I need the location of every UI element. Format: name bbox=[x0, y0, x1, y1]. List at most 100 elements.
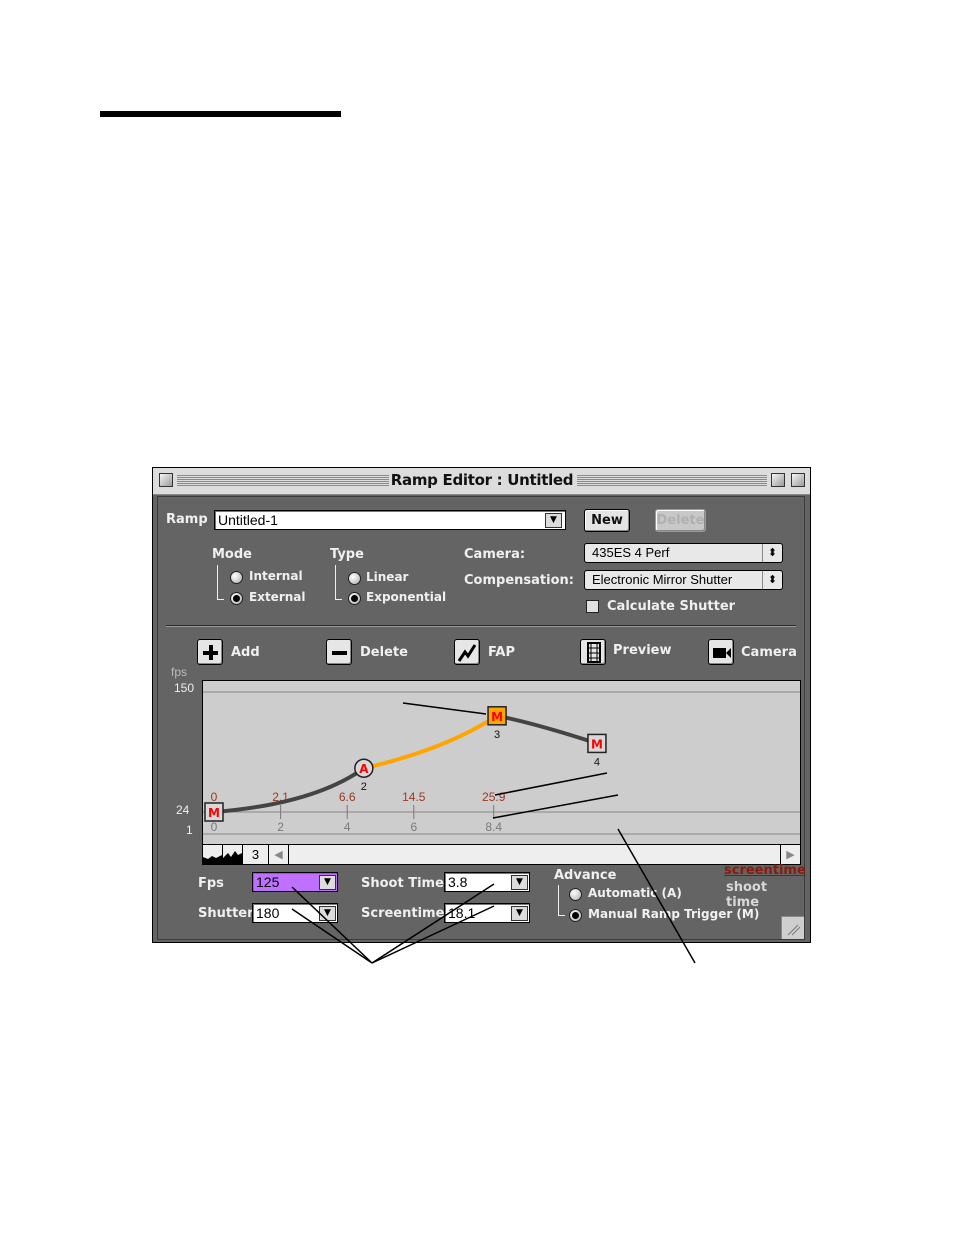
fps-dropdown-button[interactable]: ▼ bbox=[319, 875, 336, 890]
shoot-time-label: Shoot Time bbox=[361, 876, 444, 891]
mode-external-radio[interactable] bbox=[230, 592, 243, 605]
y-tick-1: 1 bbox=[186, 823, 193, 837]
updown-arrows-icon: ⬍ bbox=[762, 571, 782, 589]
keyframe-marker-3[interactable]: M3 bbox=[487, 706, 507, 741]
advance-automatic-radio[interactable] bbox=[569, 888, 582, 901]
camera-popup[interactable]: 435ES 4 Perf ⬍ bbox=[584, 543, 783, 563]
keyframe-kind: M bbox=[491, 710, 503, 724]
keyframe-number: 2 bbox=[361, 781, 367, 793]
keyframe-kind: A bbox=[359, 762, 369, 776]
shutter-dropdown-button[interactable]: ▼ bbox=[319, 906, 336, 921]
black-rule bbox=[100, 111, 341, 117]
mode-internal-radio[interactable] bbox=[230, 571, 243, 584]
ramp-segment-3-4[interactable] bbox=[496, 713, 598, 746]
shoottime-tick-label: 4 bbox=[344, 820, 351, 834]
mode-internal-label: Internal bbox=[249, 569, 303, 583]
preview-button[interactable] bbox=[580, 639, 606, 665]
delete-ramp-button[interactable]: Delete bbox=[655, 509, 706, 532]
ramp-graph-svg: 002.126.6414.5625.98.4 MA2M3M4 bbox=[203, 691, 800, 835]
type-exponential-label: Exponential bbox=[366, 590, 447, 604]
advance-manual-radio[interactable] bbox=[569, 909, 582, 922]
scroll-right-arrow-icon[interactable]: ▶ bbox=[780, 845, 800, 864]
camera-value: 435ES 4 Perf bbox=[592, 545, 670, 560]
zoom-level-value[interactable]: 3 bbox=[243, 845, 269, 864]
y-tick-24: 24 bbox=[176, 803, 190, 817]
title-stripes bbox=[177, 474, 389, 487]
content-panel: Ramp Untitled-1 ▼ New Delete Mode Intern… bbox=[157, 496, 806, 940]
advance-label: Advance bbox=[554, 868, 617, 883]
mode-external-label: External bbox=[249, 590, 306, 604]
fap-graph-icon bbox=[457, 644, 477, 662]
type-bracket bbox=[335, 565, 342, 600]
type-linear-label: Linear bbox=[366, 570, 409, 584]
fps-label: Fps bbox=[198, 876, 224, 891]
resize-grip-icon[interactable] bbox=[781, 916, 804, 939]
screentime-dropdown-button[interactable]: ▼ bbox=[511, 906, 528, 921]
waveform-low-icon bbox=[203, 855, 222, 864]
keyframe-marker-1[interactable]: M bbox=[204, 802, 224, 822]
type-label: Type bbox=[330, 547, 364, 562]
compensation-popup[interactable]: Electronic Mirror Shutter ⬍ bbox=[584, 570, 783, 590]
advance-bracket bbox=[558, 885, 565, 916]
shoottime-tick-label: 2 bbox=[277, 820, 284, 834]
keyframe-number: 4 bbox=[594, 756, 600, 768]
ramp-label: Ramp bbox=[166, 512, 208, 527]
add-label: Add bbox=[231, 645, 260, 660]
shoottime-tick-label: 8.4 bbox=[485, 820, 502, 834]
ramp-segment-2-3[interactable] bbox=[363, 714, 499, 771]
shoottime-tick-label: 0 bbox=[211, 820, 218, 834]
new-ramp-button[interactable]: New bbox=[584, 509, 630, 532]
keyframe-marker-2[interactable]: A2 bbox=[354, 758, 374, 793]
scroll-left-arrow-icon[interactable]: ◀ bbox=[269, 845, 289, 864]
screentime-tick-label: 6.6 bbox=[339, 790, 356, 804]
collapse-box-icon[interactable] bbox=[791, 473, 805, 487]
minus-icon bbox=[332, 651, 347, 655]
window-title: Ramp Editor : Untitled bbox=[389, 471, 575, 489]
calculate-shutter-checkbox[interactable] bbox=[586, 600, 599, 613]
fap-button[interactable] bbox=[454, 639, 480, 665]
screentime-tick-label: 0 bbox=[211, 790, 218, 804]
preview-label: Preview bbox=[613, 643, 672, 658]
title-bar[interactable]: Ramp Editor : Untitled bbox=[153, 468, 810, 495]
shutter-label: Shutter bbox=[198, 906, 254, 921]
y-axis-unit: fps bbox=[171, 665, 188, 679]
screentime-tick-label: 25.9 bbox=[482, 790, 506, 804]
legend-shoot-time: shoot time bbox=[726, 880, 768, 910]
camera-tool-label: Camera bbox=[741, 645, 797, 660]
grip-lines bbox=[787, 924, 801, 936]
film-strip-icon bbox=[587, 642, 601, 663]
keyframe-number: 3 bbox=[494, 729, 500, 741]
keyframe-kind: M bbox=[591, 737, 603, 751]
screentime-tick-label: 14.5 bbox=[402, 790, 426, 804]
view-mode-1-button[interactable] bbox=[203, 845, 223, 864]
ramp-dropdown-button[interactable]: ▼ bbox=[545, 513, 562, 528]
ramp-name-input[interactable]: Untitled-1 bbox=[214, 510, 566, 530]
delete-label: Delete bbox=[360, 645, 408, 660]
mode-bracket bbox=[217, 565, 224, 600]
advance-automatic-label: Automatic (A) bbox=[588, 886, 682, 900]
shoot-time-dropdown-button[interactable]: ▼ bbox=[511, 875, 528, 890]
fap-label: FAP bbox=[488, 645, 515, 660]
zoom-box-icon[interactable] bbox=[771, 473, 785, 487]
add-keyframe-button[interactable] bbox=[197, 639, 223, 665]
type-exponential-radio[interactable] bbox=[348, 592, 361, 605]
type-linear-radio[interactable] bbox=[348, 572, 361, 585]
title-stripes bbox=[577, 474, 767, 487]
keyframe-marker-4[interactable]: M4 bbox=[587, 733, 607, 768]
ramp-graph[interactable]: 0 0 2.1 2 6.6 4 14.5 6 25.9 8.4 MA2M3M4 bbox=[202, 680, 801, 861]
compensation-label: Compensation: bbox=[464, 573, 574, 588]
calculate-shutter-label: Calculate Shutter bbox=[607, 599, 736, 614]
video-camera-icon bbox=[713, 648, 731, 658]
mode-label: Mode bbox=[212, 547, 252, 562]
compensation-value: Electronic Mirror Shutter bbox=[592, 572, 733, 587]
y-tick-150: 150 bbox=[174, 681, 195, 695]
view-mode-2-button[interactable] bbox=[223, 845, 243, 864]
scroll-track[interactable] bbox=[289, 845, 779, 864]
divider bbox=[166, 625, 796, 627]
waveform-high-icon bbox=[223, 851, 242, 864]
delete-keyframe-button[interactable] bbox=[326, 639, 352, 665]
close-box-icon[interactable] bbox=[159, 473, 173, 487]
shoottime-tick-label: 6 bbox=[410, 820, 417, 834]
camera-button[interactable] bbox=[708, 639, 734, 665]
updown-arrows-icon: ⬍ bbox=[762, 544, 782, 562]
